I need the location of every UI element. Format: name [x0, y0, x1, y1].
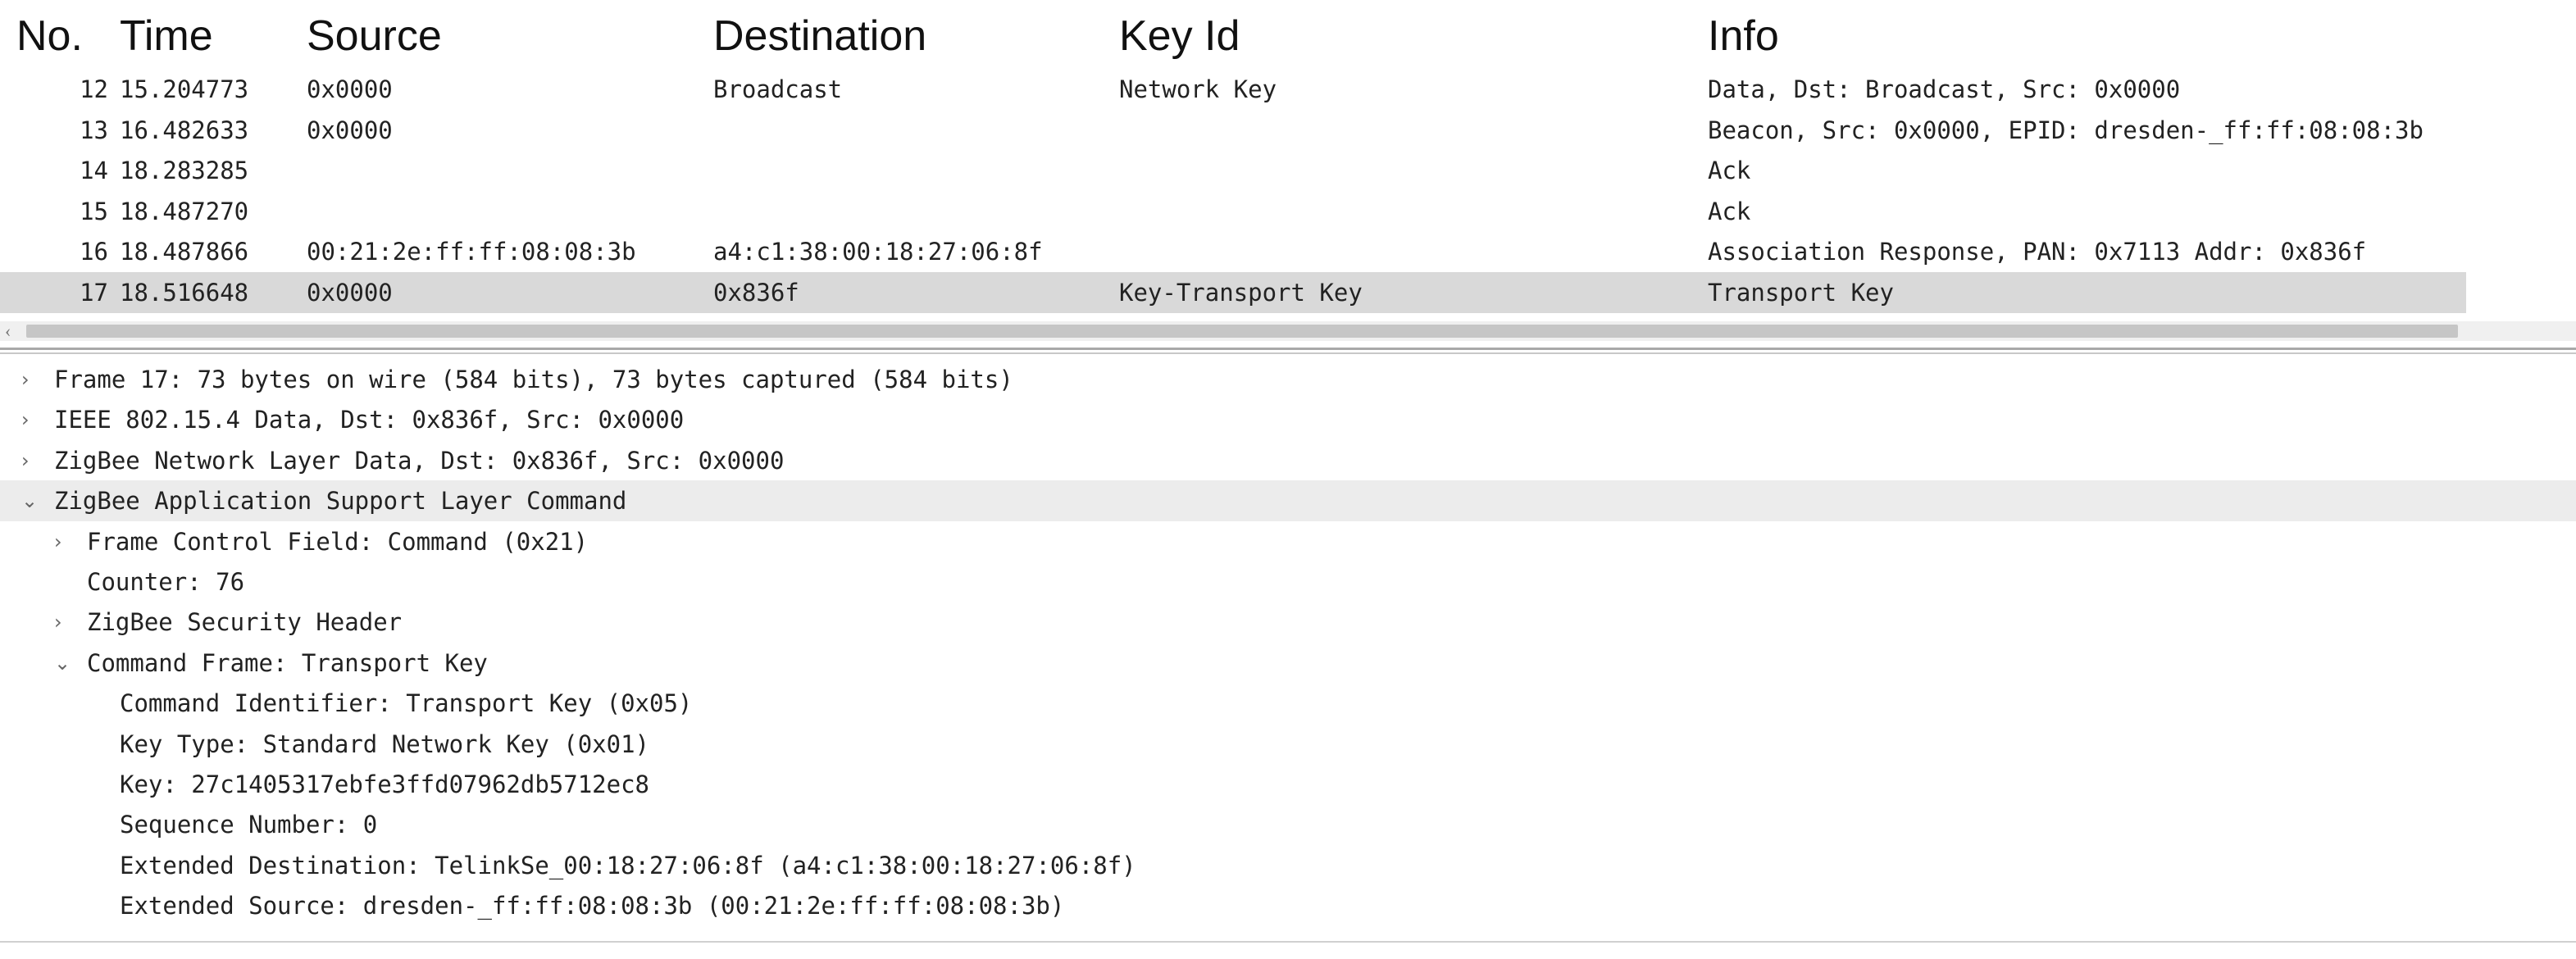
packet-info: Association Response, PAN: 0x7113 Addr: … — [1708, 238, 2367, 266]
chevron-right-icon[interactable]: › — [21, 359, 30, 400]
packet-no: 16 — [80, 238, 108, 266]
tree-node-label: IEEE 802.15.4 Data, Dst: 0x836f, Src: 0x… — [54, 406, 685, 434]
tree-node[interactable]: › ZigBee Network Layer Data, Dst: 0x836f,… — [0, 440, 2576, 481]
tree-node-label: ZigBee Application Support Layer Command — [54, 487, 627, 516]
packet-no: 15 — [80, 197, 108, 225]
packet-row[interactable]: 12 15.204773 0x0000 Broadcast Network Key Dat… — [0, 69, 2466, 110]
column-header-key-id[interactable]: Key Id — [1119, 7, 1240, 66]
packet-destination: Broadcast — [713, 75, 843, 103]
tree-node-label: Key: 27c1405317ebfe3ffd07962db5712ec8 — [120, 770, 650, 798]
tree-node-label: Counter: 76 — [87, 568, 245, 596]
chevron-right-icon[interactable]: › — [21, 440, 30, 481]
packet-time: 18.283285 — [120, 157, 249, 184]
packet-row[interactable]: 13 16.482633 0x0000 Beacon, Src: 0x0000, EP… — [0, 110, 2466, 151]
packet-source: 0x0000 — [307, 278, 393, 307]
packet-row[interactable]: 17 18.516648 0x0000 0x836f Key-Transport Key… — [0, 271, 2466, 313]
tree-node[interactable]: › Frame 17: 73 bytes on wire (584 bits), … — [0, 359, 2576, 400]
packet-time: 18.516648 — [120, 278, 249, 307]
tree-node-label: Frame 17: 73 bytes on wire (584 bits), 7… — [54, 366, 1013, 393]
packet-time: 18.487866 — [120, 238, 249, 266]
scrollbar-thumb[interactable] — [26, 325, 2458, 338]
chevron-right-icon[interactable]: › — [54, 602, 62, 643]
packet-row[interactable]: 16 18.487866 00:21:2e:ff:ff:08:08:3b a4:c1:… — [0, 231, 2466, 272]
scroll-left-icon[interactable]: ‹ — [5, 321, 11, 341]
packet-source: 00:21:2e:ff:ff:08:08:3b — [307, 238, 636, 266]
packet-list: No. Time Source Destination Key Id Info … — [0, 0, 2576, 344]
tree-node-label: Command Frame: Transport Key — [87, 648, 488, 677]
packet-time: 18.487270 — [120, 197, 249, 225]
packet-destination: a4:c1:38:00:18:27:06:8f — [713, 238, 1043, 266]
tree-node-label: Command Identifier: Transport Key (0x05) — [120, 689, 693, 718]
tree-node-label: ZigBee Security Header — [87, 608, 403, 637]
tree-node[interactable]: Key Type: Standard Network Key (0x01) — [0, 724, 2576, 765]
packet-time: 15.204773 — [120, 75, 249, 103]
tree-node[interactable]: › Frame Control Field: Command (0x21) — [0, 521, 2576, 562]
chevron-down-icon[interactable]: ⌄ — [54, 643, 71, 684]
tree-node[interactable]: Extended Source: dresden-_ff:ff:08:08:3b… — [0, 885, 2576, 926]
column-header-time[interactable]: Time — [120, 7, 213, 66]
packet-destination: 0x836f — [713, 278, 799, 307]
tree-node-label: Extended Destination: TelinkSe_00:18:27:… — [120, 851, 1136, 879]
tree-node-label: Frame Control Field: Command (0x21) — [87, 527, 589, 556]
tree-node[interactable]: Extended Destination: TelinkSe_00:18:27:… — [0, 845, 2576, 886]
packet-time: 16.482633 — [120, 116, 249, 144]
packet-no: 14 — [80, 157, 108, 184]
tree-node-label: Key Type: Standard Network Key (0x01) — [120, 729, 650, 758]
tree-node-label: Sequence Number: 0 — [120, 811, 378, 839]
tree-node[interactable]: Sequence Number: 0 — [0, 804, 2576, 845]
packet-source: 0x0000 — [307, 75, 393, 103]
packet-list-header: No. Time Source Destination Key Id Info — [0, 0, 2576, 72]
packet-info: Data, Dst: Broadcast, Src: 0x0000 — [1708, 75, 2181, 103]
packet-no: 13 — [80, 116, 108, 144]
tree-node-label: Extended Source: dresden-_ff:ff:08:08:3b… — [120, 892, 1065, 920]
tree-node[interactable]: Command Identifier: Transport Key (0x05) — [0, 683, 2576, 724]
packet-info: Beacon, Src: 0x0000, EPID: dresden-_ff:f… — [1708, 116, 2424, 144]
tree-node[interactable]: ⌄ ZigBee Application Support Layer Comman… — [0, 480, 2576, 522]
tree-node[interactable]: › ZigBee Security Header — [0, 602, 2576, 643]
tree-node[interactable]: › IEEE 802.15.4 Data, Dst: 0x836f, Src: 0… — [0, 399, 2576, 440]
column-header-source[interactable]: Source — [307, 7, 442, 66]
packet-detail-tree: › Frame 17: 73 bytes on wire (584 bits), … — [0, 359, 2576, 933]
packet-info: Transport Key — [1708, 278, 1894, 307]
tree-node[interactable]: Key: 27c1405317ebfe3ffd07962db5712ec8 — [0, 764, 2576, 805]
packet-key-id: Network Key — [1119, 75, 1277, 103]
packet-no: 12 — [80, 75, 108, 103]
horizontal-scrollbar[interactable]: ‹ — [0, 321, 2576, 341]
packet-key-id: Key-Transport Key — [1119, 278, 1363, 307]
column-header-no[interactable]: No. — [16, 7, 83, 66]
chevron-right-icon[interactable]: › — [54, 521, 62, 562]
pane-splitter[interactable] — [0, 348, 2576, 354]
packet-info: Ack — [1708, 197, 1751, 225]
packet-source: 0x0000 — [307, 116, 393, 144]
chevron-down-icon[interactable]: ⌄ — [21, 480, 38, 521]
packet-no: 17 — [80, 278, 108, 307]
tree-node[interactable]: Counter: 76 — [0, 561, 2576, 602]
packet-row[interactable]: 15 18.487270 Ack — [0, 191, 2466, 232]
chevron-right-icon[interactable]: › — [21, 399, 30, 440]
column-header-info[interactable]: Info — [1708, 7, 1779, 66]
packet-row[interactable]: 14 18.283285 Ack — [0, 150, 2466, 191]
packet-info: Ack — [1708, 157, 1751, 184]
tree-node[interactable]: ⌄ Command Frame: Transport Key — [0, 643, 2576, 684]
tree-node-label: ZigBee Network Layer Data, Dst: 0x836f, … — [54, 446, 785, 475]
bottom-divider — [0, 941, 2576, 943]
column-header-destination[interactable]: Destination — [713, 7, 926, 66]
